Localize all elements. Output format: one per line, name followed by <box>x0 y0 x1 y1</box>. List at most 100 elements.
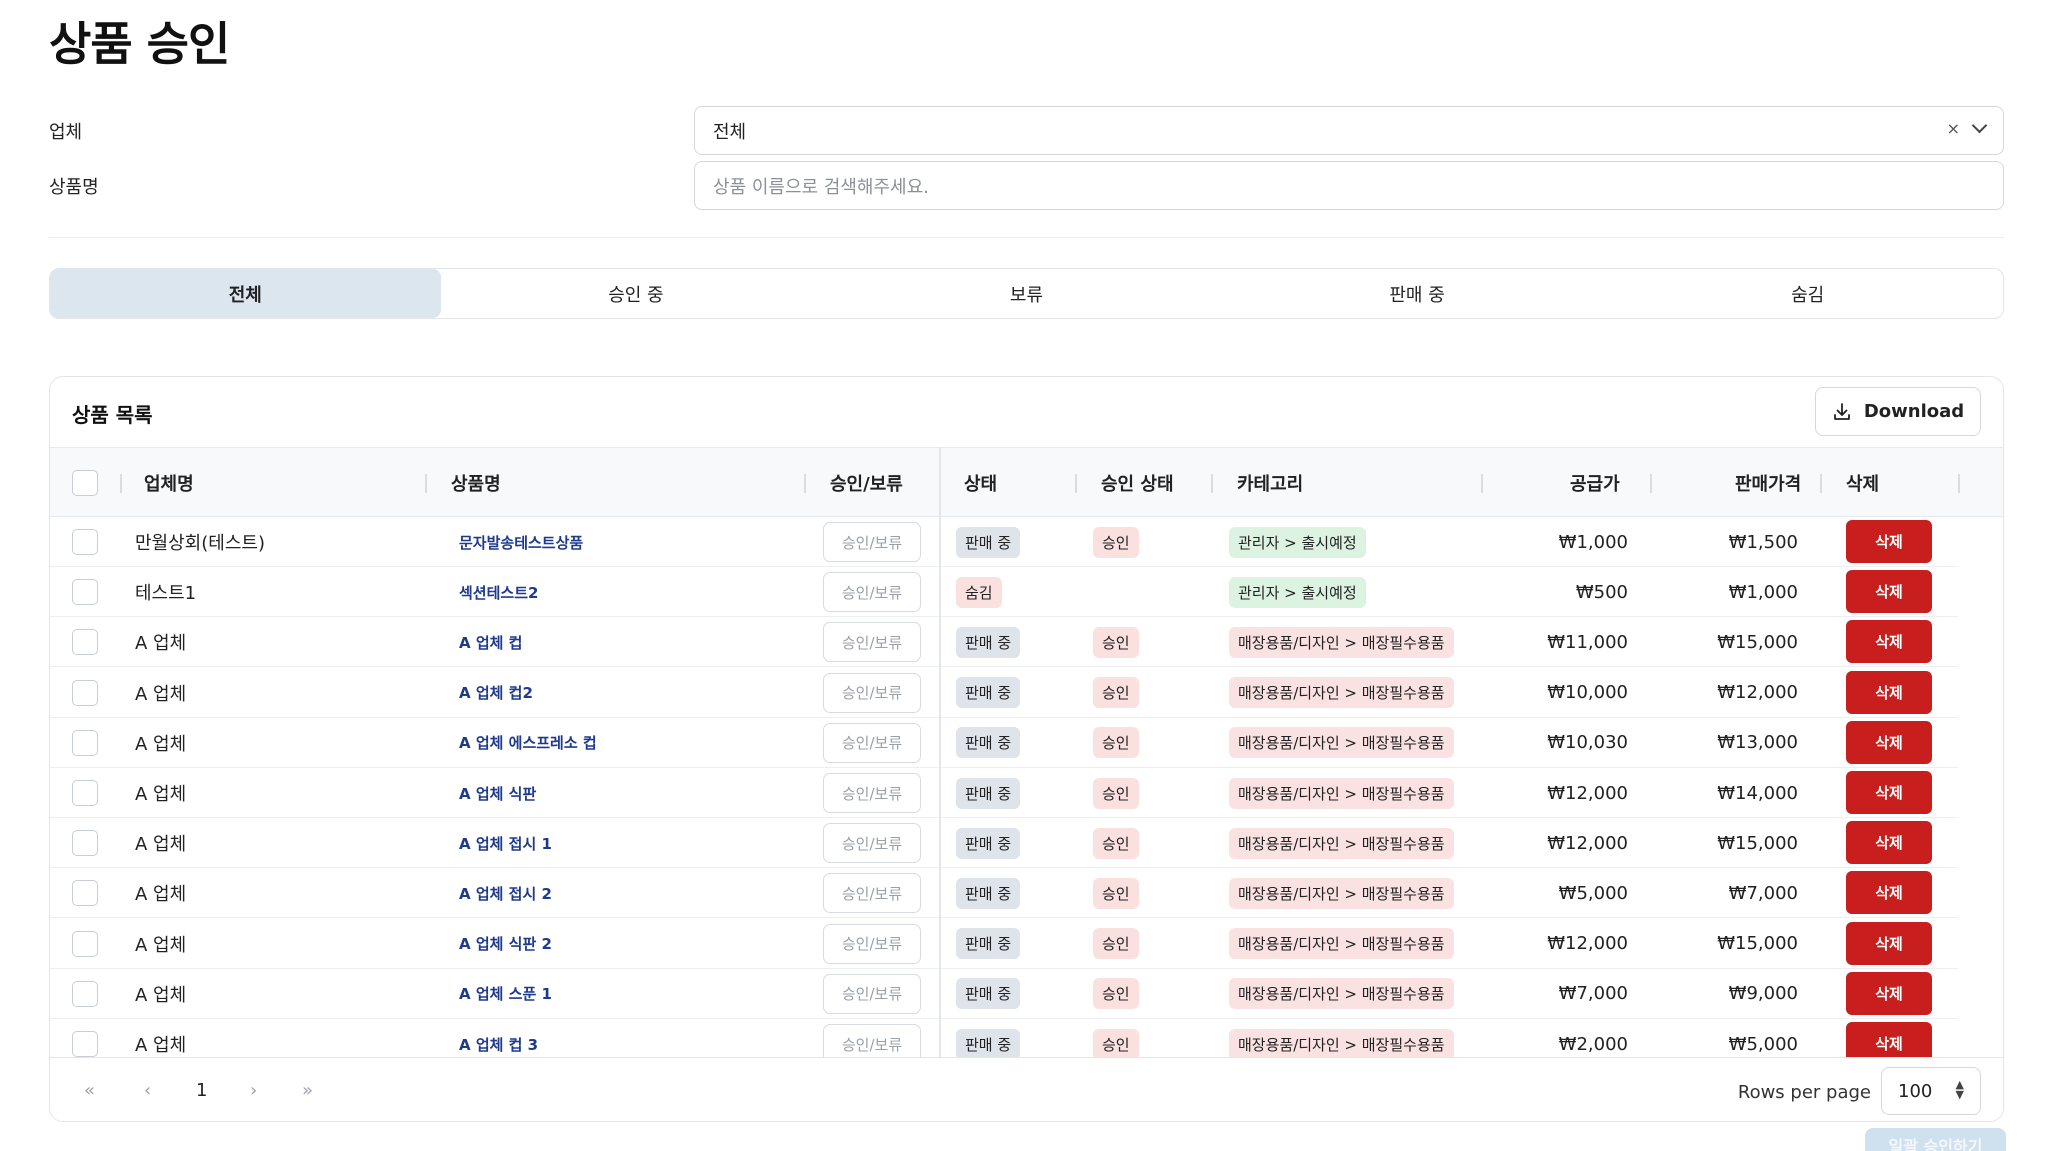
delete-button[interactable]: 삭제 <box>1846 670 1932 714</box>
row-checkbox[interactable] <box>72 830 98 857</box>
approve-hold-button[interactable]: 승인/보류 <box>823 572 921 613</box>
tab-all[interactable]: 전체 <box>50 269 441 318</box>
bulk-approve-button[interactable]: 일괄 승인하기 <box>1865 1128 2006 1151</box>
row-product-link[interactable]: A 업체 접시 2 <box>459 883 552 904</box>
vendor-filter-label: 업체 <box>49 122 83 143</box>
approval-status-badge: 승인 <box>1093 1028 1139 1060</box>
row-product-link[interactable]: A 업체 컵2 <box>459 682 533 703</box>
status-tabs: 전체 승인 중 보류 판매 중 숨김 <box>49 268 2004 319</box>
select-all-checkbox[interactable] <box>72 470 98 496</box>
approval-status-badge: 승인 <box>1093 677 1139 709</box>
header-separator <box>425 474 427 493</box>
row-product-link[interactable]: A 업체 컵 <box>459 632 522 653</box>
row-checkbox[interactable] <box>72 679 98 706</box>
row-checkbox[interactable] <box>72 930 98 957</box>
row-vendor: A 업체 <box>135 884 187 906</box>
header-supply-price[interactable]: 공급가 <box>1570 448 1620 518</box>
approve-hold-button[interactable]: 승인/보류 <box>823 522 921 562</box>
approve-hold-button[interactable]: 승인/보류 <box>823 973 921 1014</box>
delete-button[interactable]: 삭제 <box>1846 720 1932 764</box>
header-product[interactable]: 상품명 <box>451 448 501 518</box>
header-vendor[interactable]: 업체명 <box>144 448 194 518</box>
rows-per-page-select[interactable]: 100 ▲ ▼ <box>1881 1067 1981 1115</box>
approval-status-badge: 승인 <box>1093 626 1139 658</box>
approve-hold-button[interactable]: 승인/보류 <box>823 923 921 964</box>
product-name-filter-label: 상품명 <box>49 177 99 198</box>
filter-divider <box>49 237 2004 238</box>
header-approval-status[interactable]: 승인 상태 <box>1101 448 1174 518</box>
status-badge: 판매 중 <box>956 727 1021 759</box>
row-checkbox[interactable] <box>72 529 98 555</box>
delete-button[interactable]: 삭제 <box>1846 771 1932 814</box>
approve-hold-button[interactable]: 승인/보류 <box>823 873 921 914</box>
approve-hold-button[interactable]: 승인/보류 <box>823 722 921 763</box>
delete-button[interactable]: 삭제 <box>1846 620 1932 664</box>
tab-on-sale[interactable]: 판매 중 <box>1222 269 1613 318</box>
row-vendor: A 업체 <box>135 934 187 956</box>
approval-status-badge: 승인 <box>1093 877 1139 909</box>
tab-hidden[interactable]: 숨김 <box>1612 269 2003 318</box>
approve-hold-button[interactable]: 승인/보류 <box>823 622 921 663</box>
vendor-select[interactable]: 전체 × <box>694 106 2004 155</box>
delete-button[interactable]: 삭제 <box>1846 871 1932 915</box>
row-checkbox[interactable] <box>72 880 98 907</box>
header-separator <box>1820 474 1822 493</box>
clear-icon[interactable]: × <box>1947 119 1960 138</box>
row-checkbox[interactable] <box>72 980 98 1007</box>
delete-button[interactable]: 삭제 <box>1846 971 1932 1015</box>
row-product-link[interactable]: A 업체 에스프레소 컵 <box>459 732 597 753</box>
approve-hold-button[interactable]: 승인/보류 <box>823 672 921 713</box>
row-supply-price: ₩12,000 <box>1547 933 1628 955</box>
approval-status-badge: 승인 <box>1093 928 1139 960</box>
row-product-link[interactable]: A 업체 컵 3 <box>459 1034 538 1055</box>
delete-button[interactable]: 삭제 <box>1846 821 1932 865</box>
row-product-link[interactable]: A 업체 접시 1 <box>459 833 552 854</box>
row-sale-price: ₩12,000 <box>1717 682 1798 704</box>
table-row: A 업체 A 업체 스푼 1 승인/보류 판매 중 승인 매장용품/디자인 > 매장필수용… <box>50 969 1958 1019</box>
row-product-link[interactable]: A 업체 스푼 1 <box>459 983 552 1004</box>
row-sale-price: ₩14,000 <box>1717 782 1798 804</box>
row-product-link[interactable]: 문자발송테스트상품 <box>459 532 583 553</box>
table-row: A 업체 A 업체 식판 2 승인/보류 판매 중 승인 매장용품/디자인 > 매장필수용… <box>50 919 1958 969</box>
first-page-icon[interactable]: « <box>84 1080 95 1101</box>
row-vendor: 만월상회(테스트) <box>135 533 265 554</box>
row-product-link[interactable]: A 업체 식판 2 <box>459 933 552 954</box>
last-page-icon[interactable]: » <box>302 1080 313 1101</box>
row-supply-price: ₩5,000 <box>1558 882 1628 904</box>
delete-button[interactable]: 삭제 <box>1846 570 1932 614</box>
approval-status-badge: 승인 <box>1093 777 1139 809</box>
approve-hold-button[interactable]: 승인/보류 <box>823 823 921 864</box>
row-checkbox[interactable] <box>72 729 98 756</box>
row-checkbox[interactable] <box>72 780 98 806</box>
row-checkbox[interactable] <box>72 579 98 606</box>
chevron-up-down-icon: ▲ ▼ <box>1955 1078 1964 1101</box>
delete-button[interactable]: 삭제 <box>1846 921 1932 965</box>
header-approve-hold[interactable]: 승인/보류 <box>830 448 903 518</box>
product-name-search-input[interactable]: 상품 이름으로 검색해주세요. <box>694 161 2004 210</box>
download-button[interactable]: Download <box>1815 387 1981 436</box>
row-product-link[interactable]: 섹션테스트2 <box>459 582 538 603</box>
header-category[interactable]: 카테고리 <box>1237 448 1303 518</box>
row-checkbox[interactable] <box>72 629 98 656</box>
row-sale-price: ₩1,500 <box>1728 531 1798 553</box>
table-row: A 업체 A 업체 접시 1 승인/보류 판매 중 승인 매장용품/디자인 > 매장필수용… <box>50 818 1958 869</box>
table-row: A 업체 A 업체 컵2 승인/보류 판매 중 승인 매장용품/디자인 > 매장필수용품 ₩… <box>50 668 1958 718</box>
row-supply-price: ₩10,030 <box>1547 732 1628 754</box>
tab-hold[interactable]: 보류 <box>831 269 1222 318</box>
approve-hold-button[interactable]: 승인/보류 <box>823 773 921 813</box>
row-checkbox[interactable] <box>72 1031 98 1057</box>
row-supply-price: ₩1,000 <box>1558 531 1628 553</box>
header-delete[interactable]: 삭제 <box>1846 448 1879 518</box>
chevron-down-icon[interactable] <box>1971 117 1988 134</box>
tab-approving[interactable]: 승인 중 <box>441 269 832 318</box>
delete-button[interactable]: 삭제 <box>1846 520 1932 563</box>
header-status[interactable]: 상태 <box>964 448 997 518</box>
next-page-icon[interactable]: › <box>250 1080 257 1101</box>
row-supply-price: ₩12,000 <box>1547 832 1628 854</box>
row-sale-price: ₩1,000 <box>1728 581 1798 603</box>
prev-page-icon[interactable]: ‹ <box>144 1080 151 1101</box>
current-page[interactable]: 1 <box>196 1080 207 1101</box>
download-label: Download <box>1863 401 1965 422</box>
row-product-link[interactable]: A 업체 식판 <box>459 783 536 804</box>
header-sale-price[interactable]: 판매가격 <box>1735 448 1801 518</box>
